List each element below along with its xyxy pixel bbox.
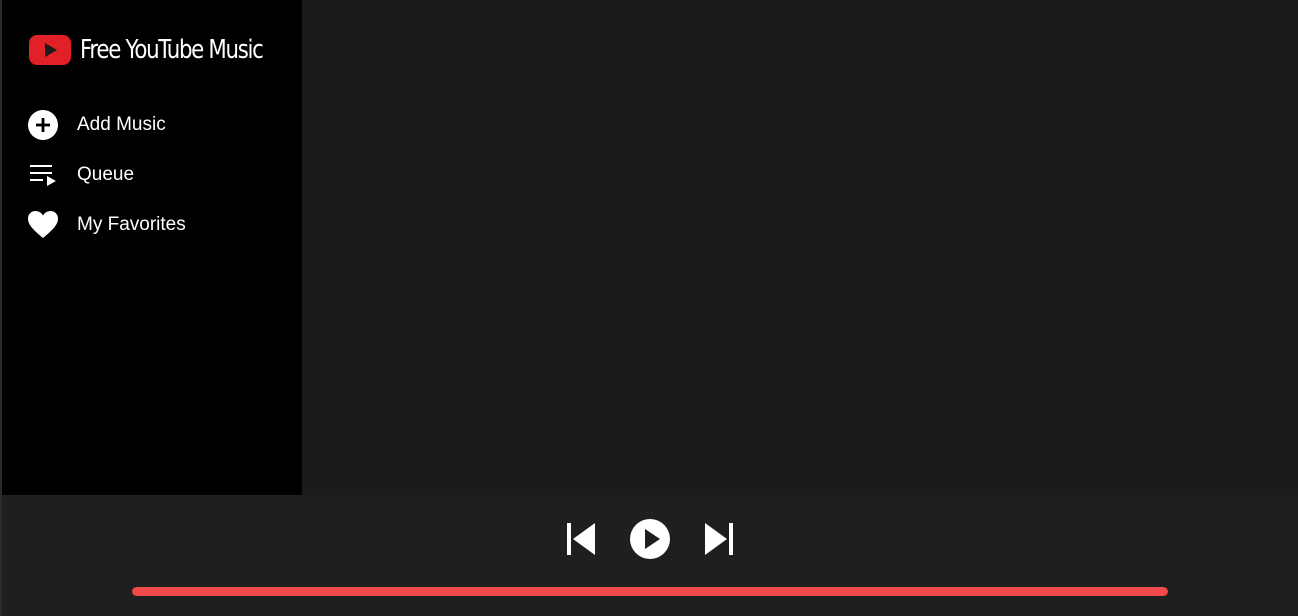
- skip-previous-icon: [567, 523, 595, 555]
- heart-icon: [27, 209, 59, 241]
- brand[interactable]: Free YouTube Music: [29, 30, 303, 70]
- app-title: Free YouTube Music: [80, 35, 264, 65]
- sidebar-item-label: My Favorites: [77, 214, 186, 235]
- sidebar-item-label: Queue: [77, 164, 135, 185]
- add-circle-icon: [27, 109, 59, 141]
- progress-bar[interactable]: [132, 587, 1168, 596]
- sidebar: Free YouTube Music Add Music Queue My Fa…: [2, 0, 302, 495]
- play-button[interactable]: [628, 517, 672, 561]
- player-bar: [2, 495, 1298, 616]
- app-window: Free YouTube Music Add Music Queue My Fa…: [0, 0, 1298, 616]
- previous-button[interactable]: [564, 519, 600, 559]
- queue-list-icon: [27, 159, 59, 191]
- skip-next-icon: [705, 523, 733, 555]
- main-content: [302, 0, 1298, 495]
- sidebar-item-add-music[interactable]: Add Music: [27, 105, 287, 145]
- sidebar-item-label: Add Music: [77, 114, 166, 135]
- progress-fill: [132, 587, 1168, 596]
- youtube-play-icon: [29, 35, 71, 65]
- next-button[interactable]: [700, 519, 736, 559]
- sidebar-item-my-favorites[interactable]: My Favorites: [27, 205, 287, 245]
- sidebar-nav: Add Music Queue My Favorites: [27, 105, 287, 255]
- play-circle-icon: [630, 519, 670, 559]
- playback-controls: [2, 515, 1298, 563]
- sidebar-item-queue[interactable]: Queue: [27, 155, 287, 195]
